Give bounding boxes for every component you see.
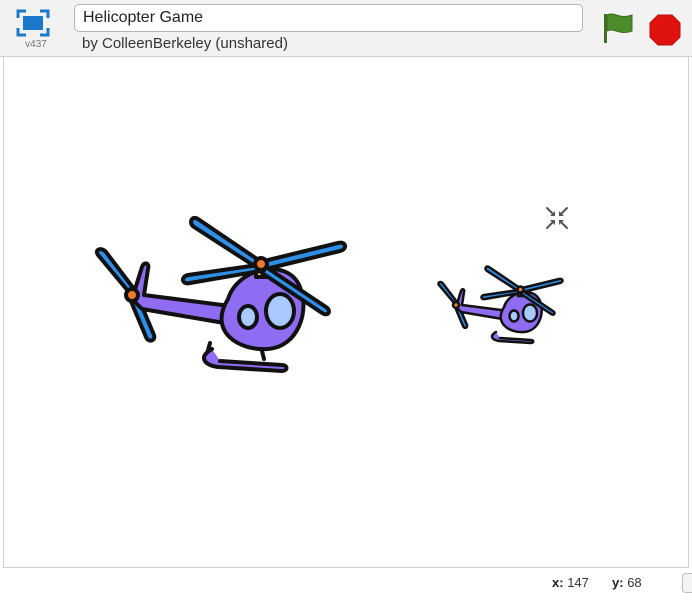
helicopter-sprite-small[interactable] xyxy=(434,261,564,351)
green-flag-icon xyxy=(604,13,633,43)
stage-canvas[interactable] xyxy=(3,57,689,568)
status-bar: x: 147 y: 68 xyxy=(0,569,692,608)
fullscreen-icon xyxy=(16,9,50,37)
stop-icon xyxy=(649,14,681,46)
mouse-y-readout: y: 68 xyxy=(612,575,642,590)
project-byline: by ColleenBerkeley (unshared) xyxy=(82,35,288,52)
shrink-icon[interactable] xyxy=(543,204,571,232)
version-label: v437 xyxy=(25,39,47,50)
mouse-x-readout: x: 147 xyxy=(552,575,589,590)
x-value: 147 xyxy=(567,575,589,590)
side-panel-toggle[interactable] xyxy=(682,573,692,593)
y-label: y: xyxy=(612,575,624,590)
y-value: 68 xyxy=(627,575,642,590)
stop-button[interactable] xyxy=(648,13,682,47)
helicopter-sprite-large[interactable] xyxy=(88,207,348,387)
project-title-input[interactable] xyxy=(74,4,583,32)
project-header: v437 by ColleenBerkeley (unshared) xyxy=(0,0,692,57)
green-flag-button[interactable] xyxy=(600,11,640,45)
fullscreen-button[interactable]: v437 xyxy=(14,6,60,56)
x-label: x: xyxy=(552,575,564,590)
